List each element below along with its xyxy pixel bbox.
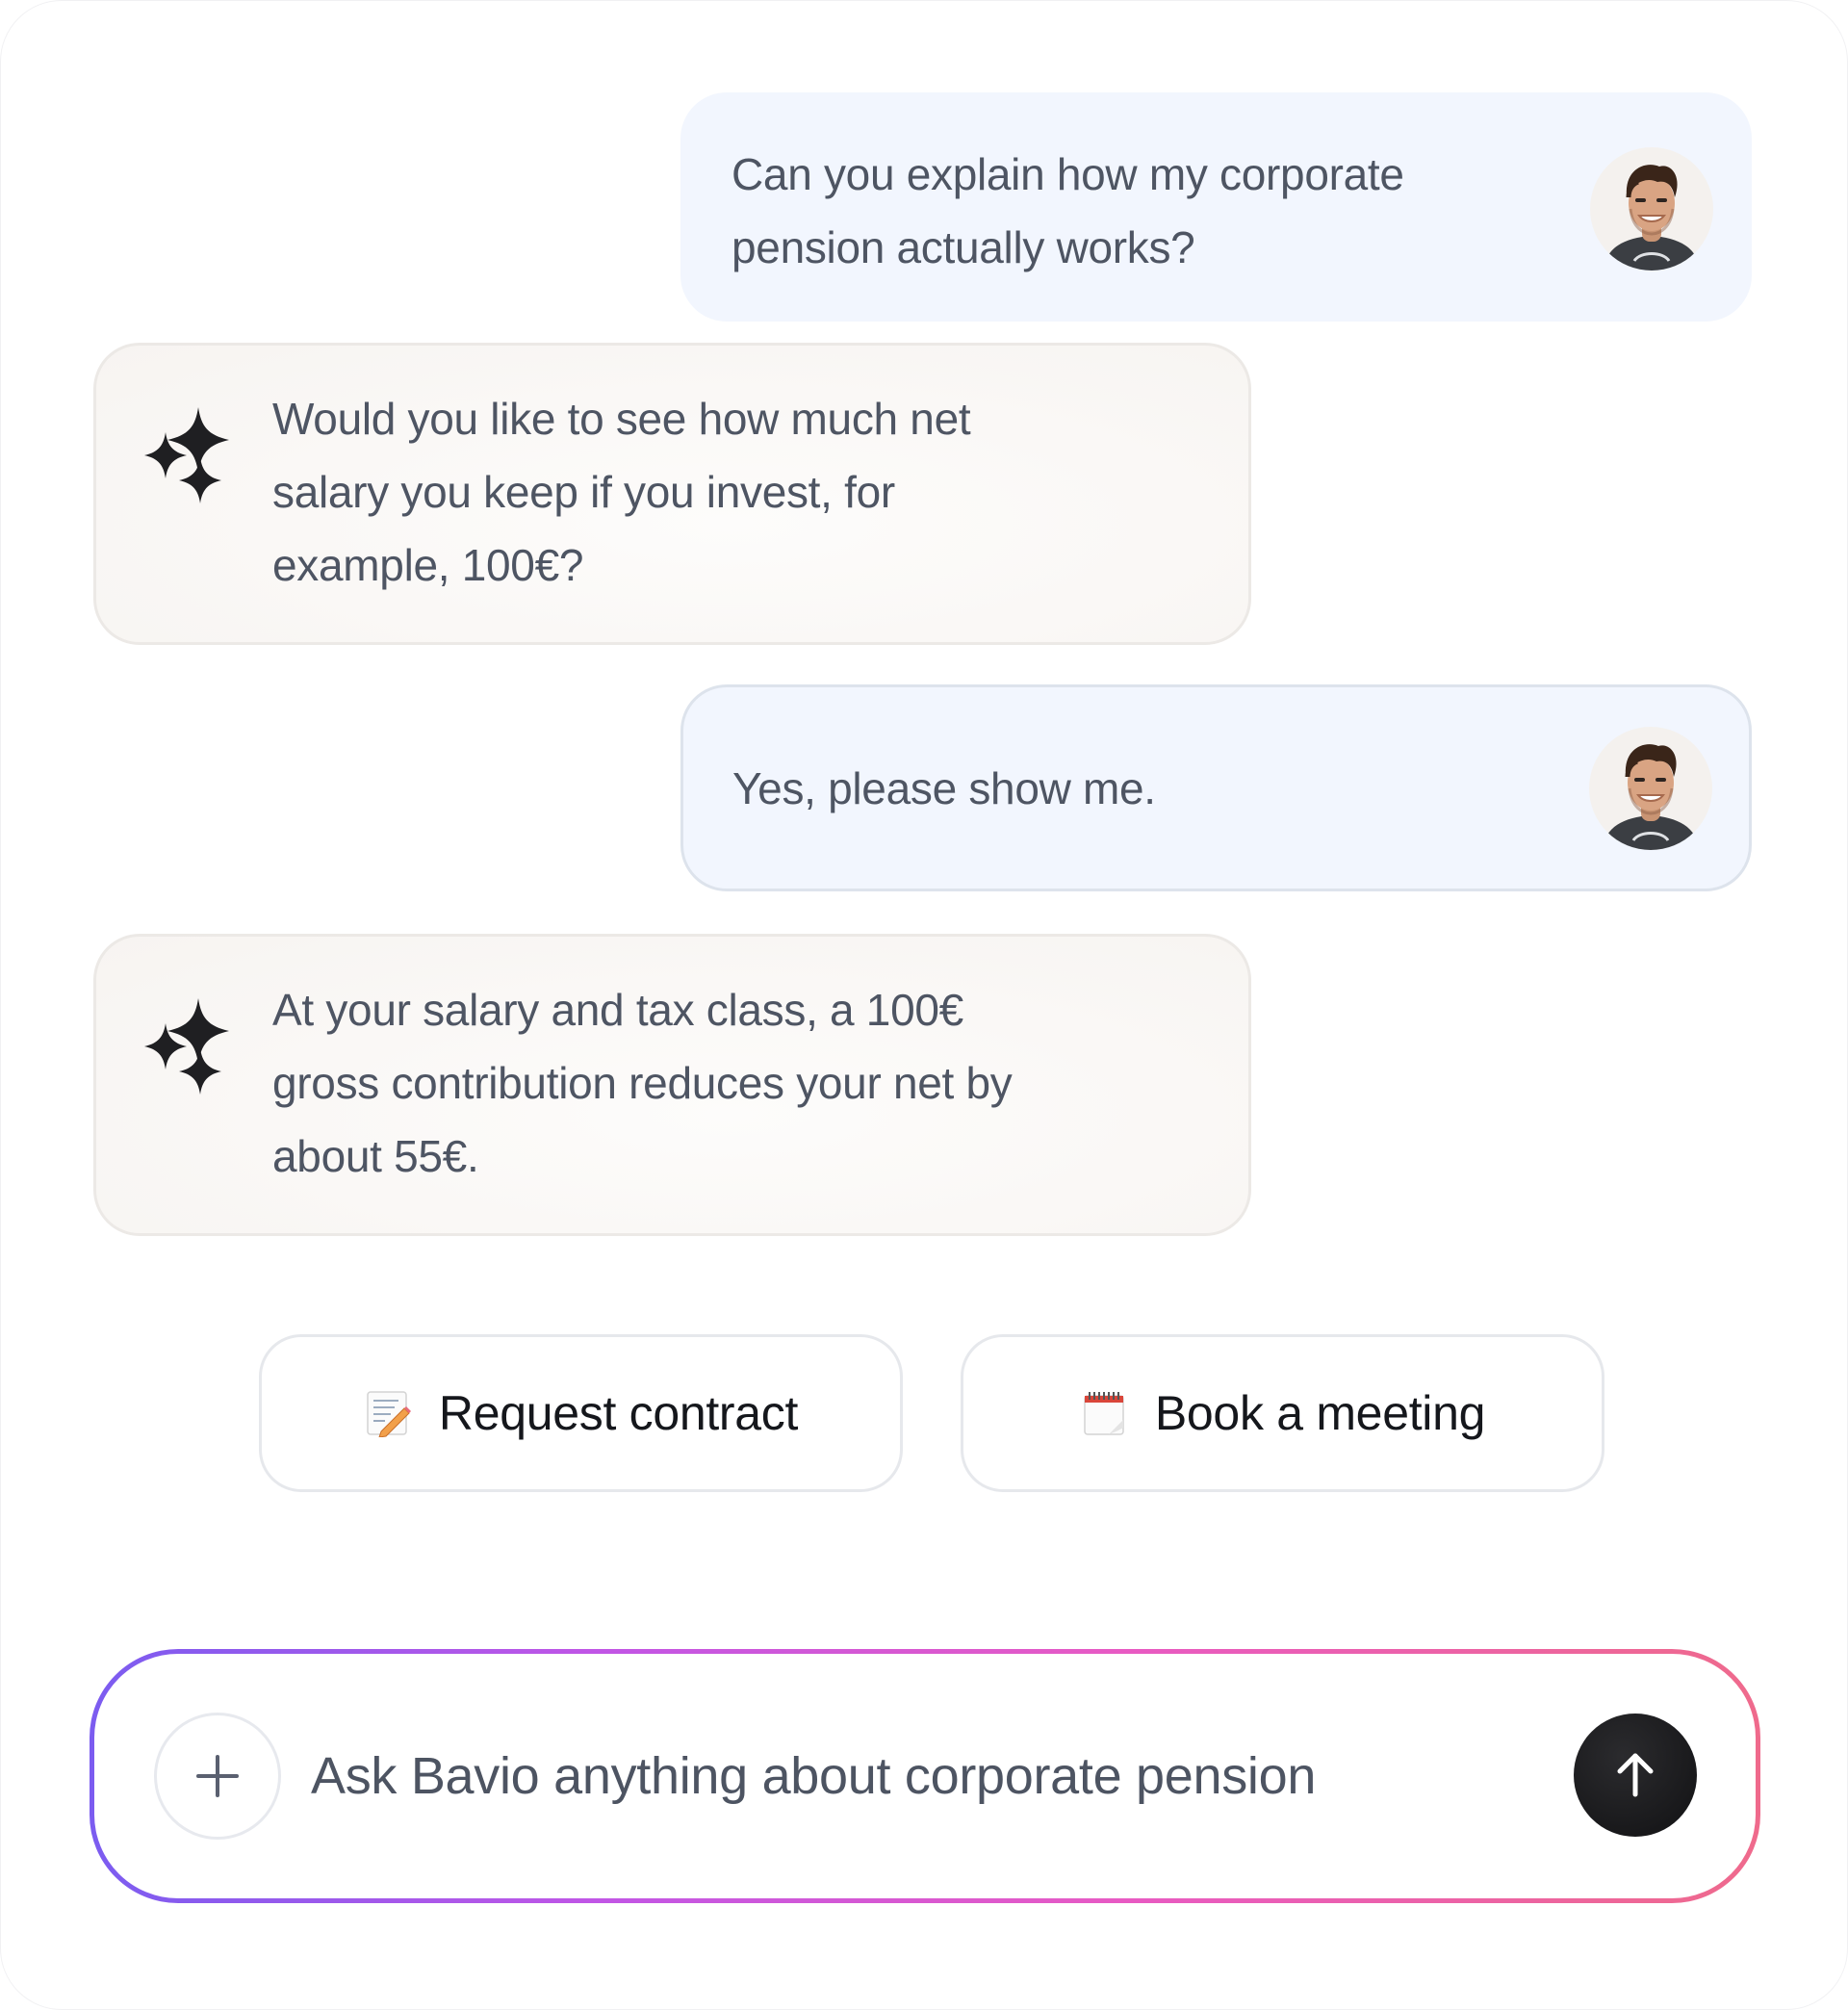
message-input[interactable]: Ask Bavio anything about corporate pensi… [311,1654,1514,1898]
message-text: At your salary and tax class, a 100€ gro… [272,985,1013,1181]
memo-icon [367,1391,411,1437]
request-contract-label: Request contract [438,1386,799,1440]
spiral-calendar-icon [1084,1392,1124,1435]
user-avatar-photo [1589,727,1712,850]
book-meeting-label: Book a meeting [1154,1386,1486,1440]
sparkle-icon [137,403,233,509]
request-contract-button[interactable]: Request contract [259,1334,903,1492]
user-avatar [1590,147,1713,271]
sparkle-icon [137,994,233,1100]
user-message-bubble: Can you explain how my corporate pension… [680,92,1752,322]
user-avatar [1589,727,1712,850]
assistant-message-bubble: Would you like to see how much net salar… [93,343,1251,645]
message-text: Would you like to see how much net salar… [272,394,971,590]
book-meeting-button[interactable]: Book a meeting [961,1334,1604,1492]
arrow-up-icon [1617,1753,1654,1797]
user-avatar-photo [1590,147,1713,271]
send-button[interactable] [1574,1714,1697,1837]
chat-composer: Ask Bavio anything about corporate pensi… [90,1649,1760,1903]
attach-button[interactable] [154,1713,281,1840]
assistant-message-bubble: At your salary and tax class, a 100€ gro… [93,934,1251,1236]
message-text: Yes, please show me. [732,763,1156,813]
user-message-bubble: Yes, please show me. [680,684,1752,891]
message-text: Can you explain how my corporate pension… [732,149,1404,272]
chat-window: Can you explain how my corporate pension… [0,0,1848,2010]
composer-field: Ask Bavio anything about corporate pensi… [94,1654,1756,1898]
plus-icon [196,1755,239,1797]
